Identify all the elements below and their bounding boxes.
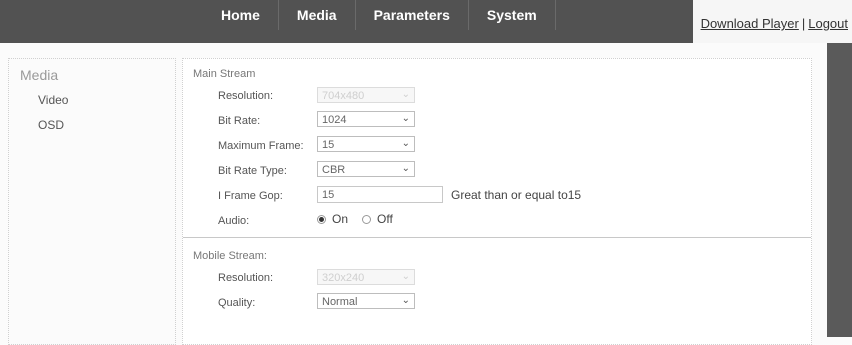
chevron-down-icon: ⌄ [401,163,410,174]
link-separator: | [801,16,806,31]
audio-on-label: On [332,212,349,226]
audio-off-radio[interactable] [362,214,372,224]
nav-media[interactable]: Media [279,0,355,30]
nav-home[interactable]: Home [185,0,278,30]
top-navigation-bar: Home Media Parameters System Download Pl… [0,0,852,43]
i-frame-gop-hint: Great than or equal to15 [451,188,582,202]
resolution-label: Resolution: [218,90,274,102]
sidebar: Media Video OSD [8,58,176,345]
chevron-down-icon: ⌄ [401,271,410,282]
main-stream-title: Main Stream [193,68,256,80]
quality-label: Quality: [218,297,256,309]
mobile-resolution-label: Resolution: [218,272,274,284]
nav-parameters[interactable]: Parameters [356,0,468,30]
chevron-down-icon: ⌄ [401,113,410,124]
nav-system[interactable]: System [469,0,555,30]
chevron-down-icon: ⌄ [401,295,410,306]
chevron-down-icon: ⌄ [401,138,410,149]
bit-rate-type-select[interactable]: CBR ⌄ [317,161,415,177]
main-menu: Home Media Parameters System [185,0,556,43]
quality-select[interactable]: Normal ⌄ [317,293,415,309]
sidebar-title: Media [20,67,59,83]
download-player-link[interactable]: Download Player [701,16,799,31]
sidebar-item-video[interactable]: Video [38,93,68,107]
page-edge-strip [827,43,852,337]
nav-divider [554,0,556,30]
select-value: 320x240 [322,272,365,284]
audio-radio-group: On Off [317,212,393,226]
select-value: 704x480 [322,90,365,102]
max-frame-label: Maximum Frame: [218,140,304,152]
bit-rate-label: Bit Rate: [218,115,261,127]
select-value: CBR [322,164,346,176]
max-frame-select[interactable]: 15 ⌄ [317,136,415,152]
bit-rate-select[interactable]: 1024 ⌄ [317,111,415,127]
main-resolution-select[interactable]: 704x480 ⌄ [317,87,415,103]
section-divider [183,237,811,238]
select-value: Normal [322,296,358,308]
bit-rate-type-label: Bit Rate Type: [218,165,287,177]
select-value: 1024 [322,114,347,126]
audio-off-label: Off [377,212,393,226]
chevron-down-icon: ⌄ [401,89,410,100]
audio-label: Audio: [218,215,250,227]
top-links: Download Player | Logout [692,0,852,43]
mobile-stream-title: Mobile Stream: [193,250,267,262]
i-frame-gop-label: I Frame Gop: [218,190,283,202]
settings-panel: Main Stream Resolution: 704x480 ⌄ Bit Ra… [182,58,812,345]
sidebar-item-osd[interactable]: OSD [38,118,64,132]
audio-on-radio[interactable] [317,214,326,224]
mobile-resolution-select[interactable]: 320x240 ⌄ [317,269,415,285]
logout-link[interactable]: Logout [808,16,848,31]
select-value: 15 [322,139,335,151]
i-frame-gop-input[interactable] [317,186,443,203]
